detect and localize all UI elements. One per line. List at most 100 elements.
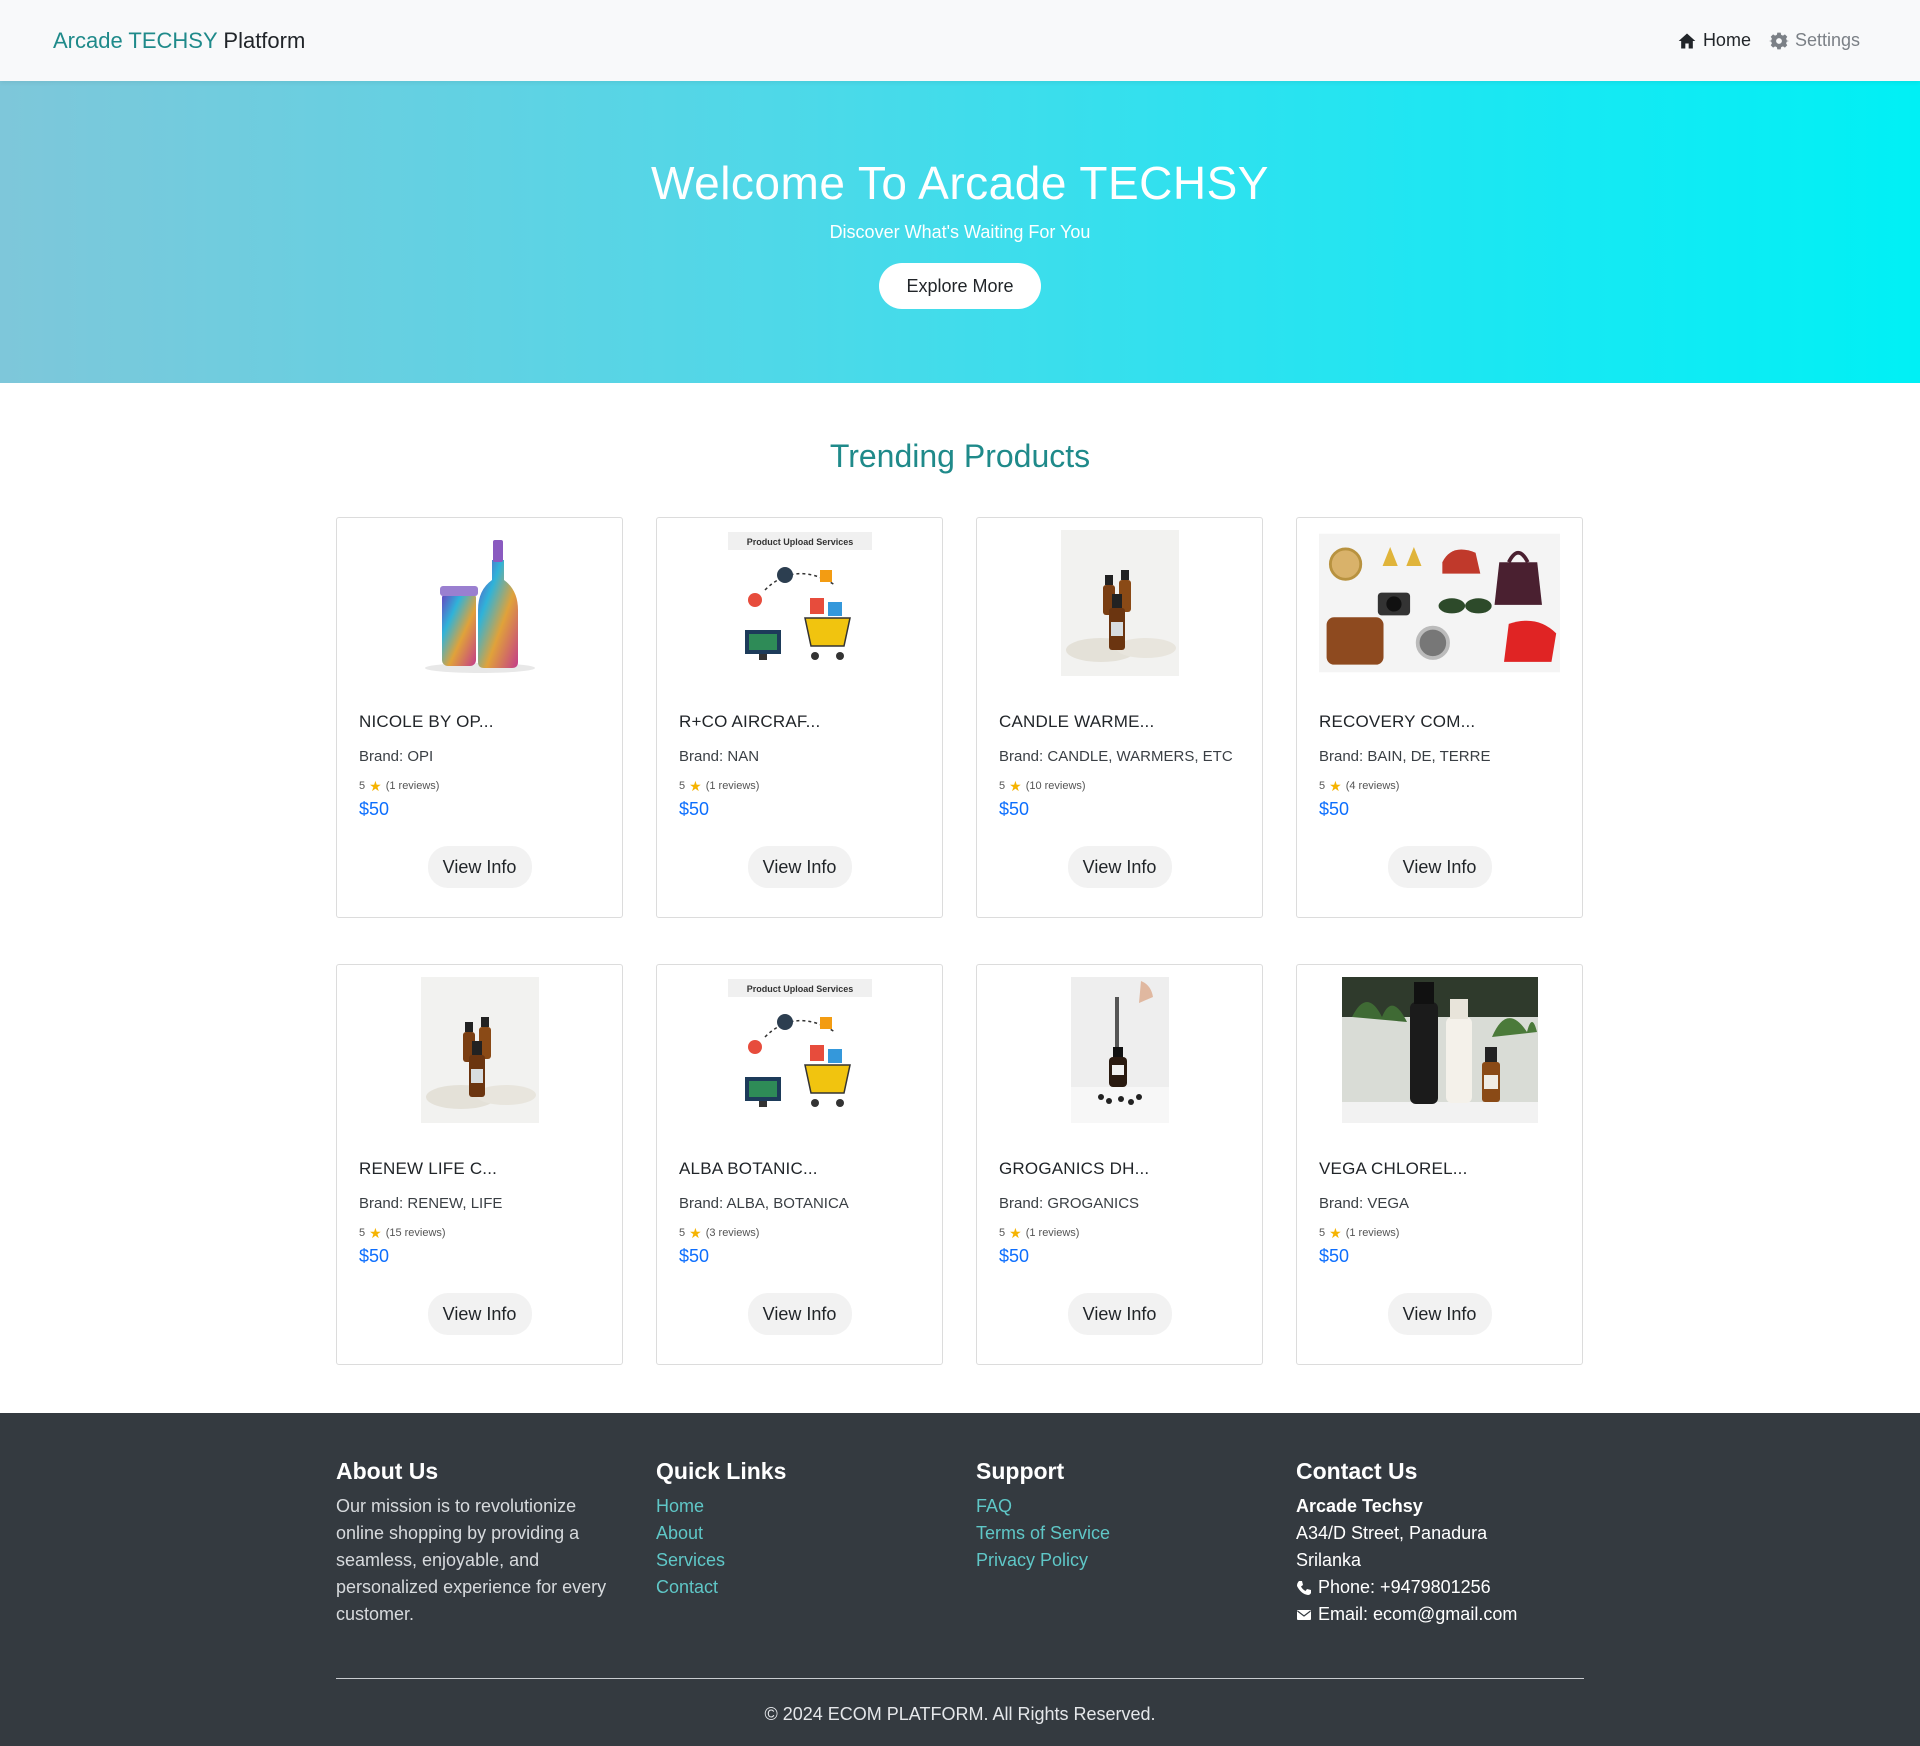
product-brand: Brand: GROGANICS <box>999 1195 1140 1212</box>
review-count: (4 reviews) <box>1345 780 1400 792</box>
footer-columns: About Us Our mission is to revolutionize… <box>336 1413 1584 1628</box>
product-image: Product Upload Services <box>679 530 920 676</box>
star-icon: ★ <box>1329 1225 1342 1241</box>
review-count: (1 reviews) <box>705 780 760 792</box>
product-brand: Brand: BAIN, DE, TERRE <box>1319 748 1491 765</box>
view-info-button[interactable]: View Info <box>1387 1293 1492 1335</box>
product-price: $50 <box>1319 799 1350 819</box>
product-image <box>999 977 1240 1123</box>
hero-subtitle: Discover What's Waiting For You <box>829 222 1091 242</box>
home-icon <box>1678 33 1696 48</box>
product-name: GROGANICS DH... <box>999 1159 1150 1178</box>
product-rating: 5 ★ (4 reviews) <box>1319 779 1560 793</box>
contact-title: Contact Us <box>1296 1458 1418 1484</box>
product-brand: Brand: RENEW, LIFE <box>359 1195 503 1212</box>
product-rating: 5 ★ (1 reviews) <box>999 1226 1240 1240</box>
view-info-button[interactable]: View Info <box>747 1293 852 1335</box>
product-rating: 5 ★ (3 reviews) <box>679 1226 920 1240</box>
footer-link-privacy[interactable]: Privacy Policy <box>976 1550 1088 1570</box>
product-price: $50 <box>679 799 710 819</box>
product-card: GROGANICS DH... Brand: GROGANICS 5 ★ (1 … <box>976 964 1263 1365</box>
product-brand: Brand: CANDLE, WARMERS, ETC <box>999 748 1233 765</box>
image-caption: Product Upload Services <box>746 984 853 994</box>
star-icon: ★ <box>369 1225 382 1241</box>
product-grid: NICOLE BY OP... Brand: OPI 5 ★ (1 review… <box>336 517 1584 1365</box>
product-name: RECOVERY COM... <box>1319 712 1476 731</box>
footer-link-faq[interactable]: FAQ <box>976 1496 1012 1516</box>
upload-services-image: Product Upload Services <box>727 532 872 660</box>
product-price: $50 <box>359 799 390 819</box>
nav-settings-link[interactable]: Settings <box>1768 30 1860 51</box>
footer-link-about[interactable]: About <box>656 1523 703 1543</box>
footer-link-services[interactable]: Services <box>656 1550 725 1570</box>
copyright-text: © 2024 ECOM PLATFORM. All Rights Reserve… <box>764 1704 1156 1724</box>
quick-links-title: Quick Links <box>656 1458 787 1484</box>
nav-home-link[interactable]: Home <box>1677 30 1751 51</box>
view-info-button[interactable]: View Info <box>427 1293 532 1335</box>
product-image <box>1319 977 1560 1123</box>
footer-about: About Us Our mission is to revolutionize… <box>336 1458 623 1628</box>
support-title: Support <box>976 1458 1065 1484</box>
contact-company: Arcade Techsy <box>1296 1496 1423 1516</box>
product-image: Product Upload Services <box>679 977 920 1123</box>
product-card: VEGA CHLOREL... Brand: VEGA 5 ★ (1 revie… <box>1296 964 1583 1365</box>
hero-title: Welcome To Arcade TECHSY <box>651 157 1269 209</box>
product-brand: Brand: OPI <box>359 748 434 765</box>
contact-address-line1: A34/D Street, Panadura <box>1296 1523 1488 1543</box>
star-icon: ★ <box>1009 1225 1022 1241</box>
view-info-button[interactable]: View Info <box>1387 846 1492 888</box>
footer-link-terms[interactable]: Terms of Service <box>976 1523 1110 1543</box>
star-icon: ★ <box>1329 778 1342 794</box>
footer-link-home[interactable]: Home <box>656 1496 704 1516</box>
product-name: VEGA CHLOREL... <box>1319 1159 1468 1178</box>
product-image <box>359 530 600 676</box>
quick-links-list: Home About Services Contact <box>656 1493 943 1601</box>
product-image <box>999 530 1240 676</box>
rating-value: 5 <box>359 1227 366 1239</box>
product-name: CANDLE WARME... <box>999 712 1155 731</box>
explore-more-button[interactable]: Explore More <box>879 263 1041 309</box>
product-name: ALBA BOTANIC... <box>679 1159 818 1178</box>
list-item: Home <box>656 1493 943 1520</box>
product-rating: 5 ★ (1 reviews) <box>679 779 920 793</box>
contact-email-text: Email: ecom@gmail.com <box>1318 1604 1518 1624</box>
review-count: (1 reviews) <box>1025 1227 1080 1239</box>
product-image <box>359 977 600 1123</box>
bottles-image <box>424 540 535 673</box>
hero-banner: Welcome To Arcade TECHSY Discover What's… <box>0 81 1920 383</box>
product-price: $50 <box>999 1246 1030 1266</box>
footer-divider <box>336 1678 1584 1679</box>
brand-rest: Platform <box>223 27 306 53</box>
rating-value: 5 <box>359 780 366 792</box>
image-caption: Product Upload Services <box>746 537 853 547</box>
review-count: (3 reviews) <box>705 1227 760 1239</box>
list-item: Services <box>656 1547 943 1574</box>
navbar: Arcade TECHSY Platform Home Settings <box>0 0 1920 81</box>
product-price: $50 <box>679 1246 710 1266</box>
serum-bottles-image <box>1060 530 1179 676</box>
review-count: (15 reviews) <box>385 1227 446 1239</box>
about-title: About Us <box>336 1458 439 1484</box>
dropper-bottle-image <box>1070 977 1169 1123</box>
rating-value: 5 <box>999 780 1006 792</box>
brand-logo[interactable]: Arcade TECHSY Platform <box>53 28 305 54</box>
view-info-button[interactable]: View Info <box>747 846 852 888</box>
view-info-button[interactable]: View Info <box>1067 846 1172 888</box>
product-brand: Brand: VEGA <box>1319 1195 1410 1212</box>
accessories-collage-image <box>1319 533 1560 673</box>
contact-phone-text: Phone: +9479801256 <box>1318 1577 1491 1597</box>
product-card: RECOVERY COM... Brand: BAIN, DE, TERRE 5… <box>1296 517 1583 918</box>
contact-address-line2: Srilanka <box>1296 1550 1362 1570</box>
view-info-button[interactable]: View Info <box>1067 1293 1172 1335</box>
star-icon: ★ <box>689 778 702 794</box>
product-rating: 5 ★ (1 reviews) <box>1319 1226 1560 1240</box>
footer-support: Support FAQ Terms of Service Privacy Pol… <box>976 1458 1263 1628</box>
review-count: (10 reviews) <box>1025 780 1086 792</box>
rating-value: 5 <box>679 1227 686 1239</box>
view-info-button[interactable]: View Info <box>427 846 532 888</box>
footer-contact: Contact Us Arcade Techsy A34/D Street, P… <box>1296 1458 1583 1628</box>
list-item: Contact <box>656 1574 943 1601</box>
review-count: (1 reviews) <box>385 780 440 792</box>
about-text: Our mission is to revolutionize online s… <box>336 1496 607 1624</box>
footer-link-contact[interactable]: Contact <box>656 1577 718 1597</box>
